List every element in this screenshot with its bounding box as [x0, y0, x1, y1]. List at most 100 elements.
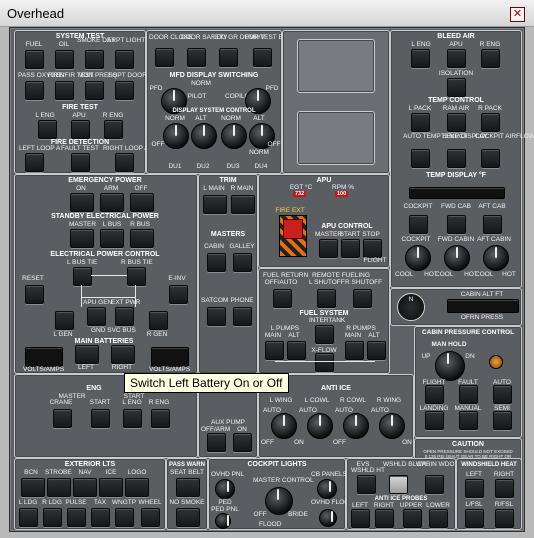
r-eng-start-button[interactable]	[151, 409, 170, 428]
probe-left-button[interactable]	[351, 509, 370, 528]
bleed-apu-button[interactable]	[447, 49, 466, 68]
r-cowl-anti-ice-knob[interactable]	[343, 413, 369, 439]
l-wing-anti-ice-knob[interactable]	[271, 413, 297, 439]
fire-test-apu-button[interactable]	[71, 120, 90, 139]
pass-oxygen-button[interactable]	[25, 81, 44, 100]
press-manual-button[interactable]	[459, 411, 478, 430]
aux-off-arm-button[interactable]	[207, 433, 226, 452]
r-ldg-button[interactable]	[43, 508, 62, 527]
l-eng-start-button[interactable]	[123, 409, 142, 428]
probe-lower-button[interactable]	[429, 509, 448, 528]
press-flight-button[interactable]	[425, 385, 444, 404]
ext-pwr-button[interactable]	[115, 307, 134, 326]
l-alt-pump-button[interactable]	[287, 341, 306, 360]
cabin-wdo-ht-button[interactable]	[425, 475, 444, 494]
fuel-test-button[interactable]	[25, 50, 44, 69]
emer-arm-button[interactable]	[100, 193, 124, 212]
strobe-button[interactable]	[47, 478, 71, 497]
l-main-pump-button[interactable]	[265, 341, 284, 360]
press-landing-button[interactable]	[425, 411, 444, 430]
r-alt-pump-button[interactable]	[367, 341, 386, 360]
crane-button[interactable]	[53, 409, 72, 428]
du1-knob[interactable]	[163, 123, 189, 149]
fire-det-fault-button[interactable]	[71, 153, 90, 172]
ram-air-button[interactable]	[447, 113, 466, 132]
no-smoke-button[interactable]	[176, 508, 200, 527]
wheel-button[interactable]	[141, 508, 160, 527]
e-inv-button[interactable]	[169, 285, 188, 304]
temp-display-button[interactable]	[447, 149, 466, 168]
r-main-pump-button[interactable]	[345, 341, 364, 360]
probe-upper-button[interactable]	[403, 509, 422, 528]
stby-l-bus-button[interactable]	[100, 229, 124, 248]
apu-gen-button[interactable]	[87, 307, 106, 326]
fire-ext-button[interactable]	[283, 219, 303, 239]
probe-right-button[interactable]	[375, 509, 394, 528]
man-hold-knob[interactable]	[435, 351, 465, 381]
r-shutoff-button[interactable]	[353, 289, 372, 308]
l-cowl-anti-ice-knob[interactable]	[307, 413, 333, 439]
stby-master-button[interactable]	[70, 229, 94, 248]
fire-test-l-eng-button[interactable]	[38, 120, 57, 139]
l-pack-button[interactable]	[411, 113, 430, 132]
du3-knob[interactable]	[221, 123, 247, 149]
ws-right-button[interactable]	[495, 479, 514, 498]
temp-aft-cab-button[interactable]	[483, 215, 502, 234]
ovhd-pnl-knob[interactable]	[215, 479, 235, 499]
pulse-button[interactable]	[67, 508, 86, 527]
auto-temp-select-button[interactable]	[411, 149, 430, 168]
wshld-blwr-button[interactable]	[389, 475, 408, 494]
eqpt-door-button[interactable]	[115, 81, 134, 100]
bcn-button[interactable]	[21, 478, 45, 497]
trim-r-main-button[interactable]	[231, 195, 255, 214]
reset-button[interactable]	[25, 285, 44, 304]
fire-det-right-button[interactable]	[115, 153, 134, 172]
bleed-l-eng-button[interactable]	[411, 49, 430, 68]
aux-on-button[interactable]	[233, 433, 252, 452]
arpt-lights-button[interactable]	[115, 50, 134, 69]
bleed-r-eng-button[interactable]	[481, 49, 500, 68]
l-bus-tie-button[interactable]	[73, 267, 92, 286]
fuel-return-button[interactable]	[273, 289, 292, 308]
eng-start-button[interactable]	[91, 409, 110, 428]
wngtp-button[interactable]	[115, 508, 134, 527]
ice-button[interactable]	[99, 478, 123, 497]
master-control-knob[interactable]	[265, 487, 293, 515]
stby-r-bus-button[interactable]	[130, 229, 154, 248]
r-pack-button[interactable]	[481, 113, 500, 132]
apu-start-button[interactable]	[341, 239, 360, 258]
isolation-button[interactable]	[447, 78, 466, 97]
press-auto-button[interactable]	[493, 385, 512, 404]
nav-button[interactable]	[73, 478, 97, 497]
tax-button[interactable]	[91, 508, 110, 527]
door-safety-button[interactable]	[187, 48, 206, 67]
temp-fwd-cab-button[interactable]	[447, 215, 466, 234]
r-gen-button[interactable]	[149, 311, 168, 330]
left-battery-button[interactable]	[75, 345, 99, 364]
phone-button[interactable]	[233, 307, 252, 326]
r-wing-anti-ice-knob[interactable]	[379, 413, 405, 439]
fire-fir-test-button[interactable]	[55, 81, 74, 100]
press-fault-button[interactable]	[459, 385, 478, 404]
ovhd-flood-knob[interactable]	[319, 509, 337, 527]
cockpit-airflow-button[interactable]	[481, 149, 500, 168]
cabin-master-button[interactable]	[207, 253, 226, 272]
intertank-button[interactable]	[315, 325, 334, 344]
galley-master-button[interactable]	[233, 253, 252, 272]
emer-off-button[interactable]	[130, 193, 154, 212]
ws-left-button[interactable]	[465, 479, 484, 498]
oil-test-button[interactable]	[55, 50, 74, 69]
du2-knob[interactable]	[191, 123, 217, 149]
fdr-test-button[interactable]	[253, 48, 272, 67]
mon-press-button[interactable]	[85, 81, 104, 100]
seat-belt-button[interactable]	[176, 478, 200, 497]
aft-cabin-temp-knob[interactable]	[483, 245, 509, 271]
apu-stop-button[interactable]	[363, 239, 382, 258]
l-ldg-button[interactable]	[19, 508, 38, 527]
fire-test-r-eng-button[interactable]	[104, 120, 123, 139]
ldg-gr-dump-button[interactable]	[219, 48, 238, 67]
satcom-button[interactable]	[207, 307, 226, 326]
temp-cockpit-button[interactable]	[409, 215, 428, 234]
trim-l-main-button[interactable]	[203, 195, 227, 214]
cb-panels-knob[interactable]	[317, 479, 337, 499]
